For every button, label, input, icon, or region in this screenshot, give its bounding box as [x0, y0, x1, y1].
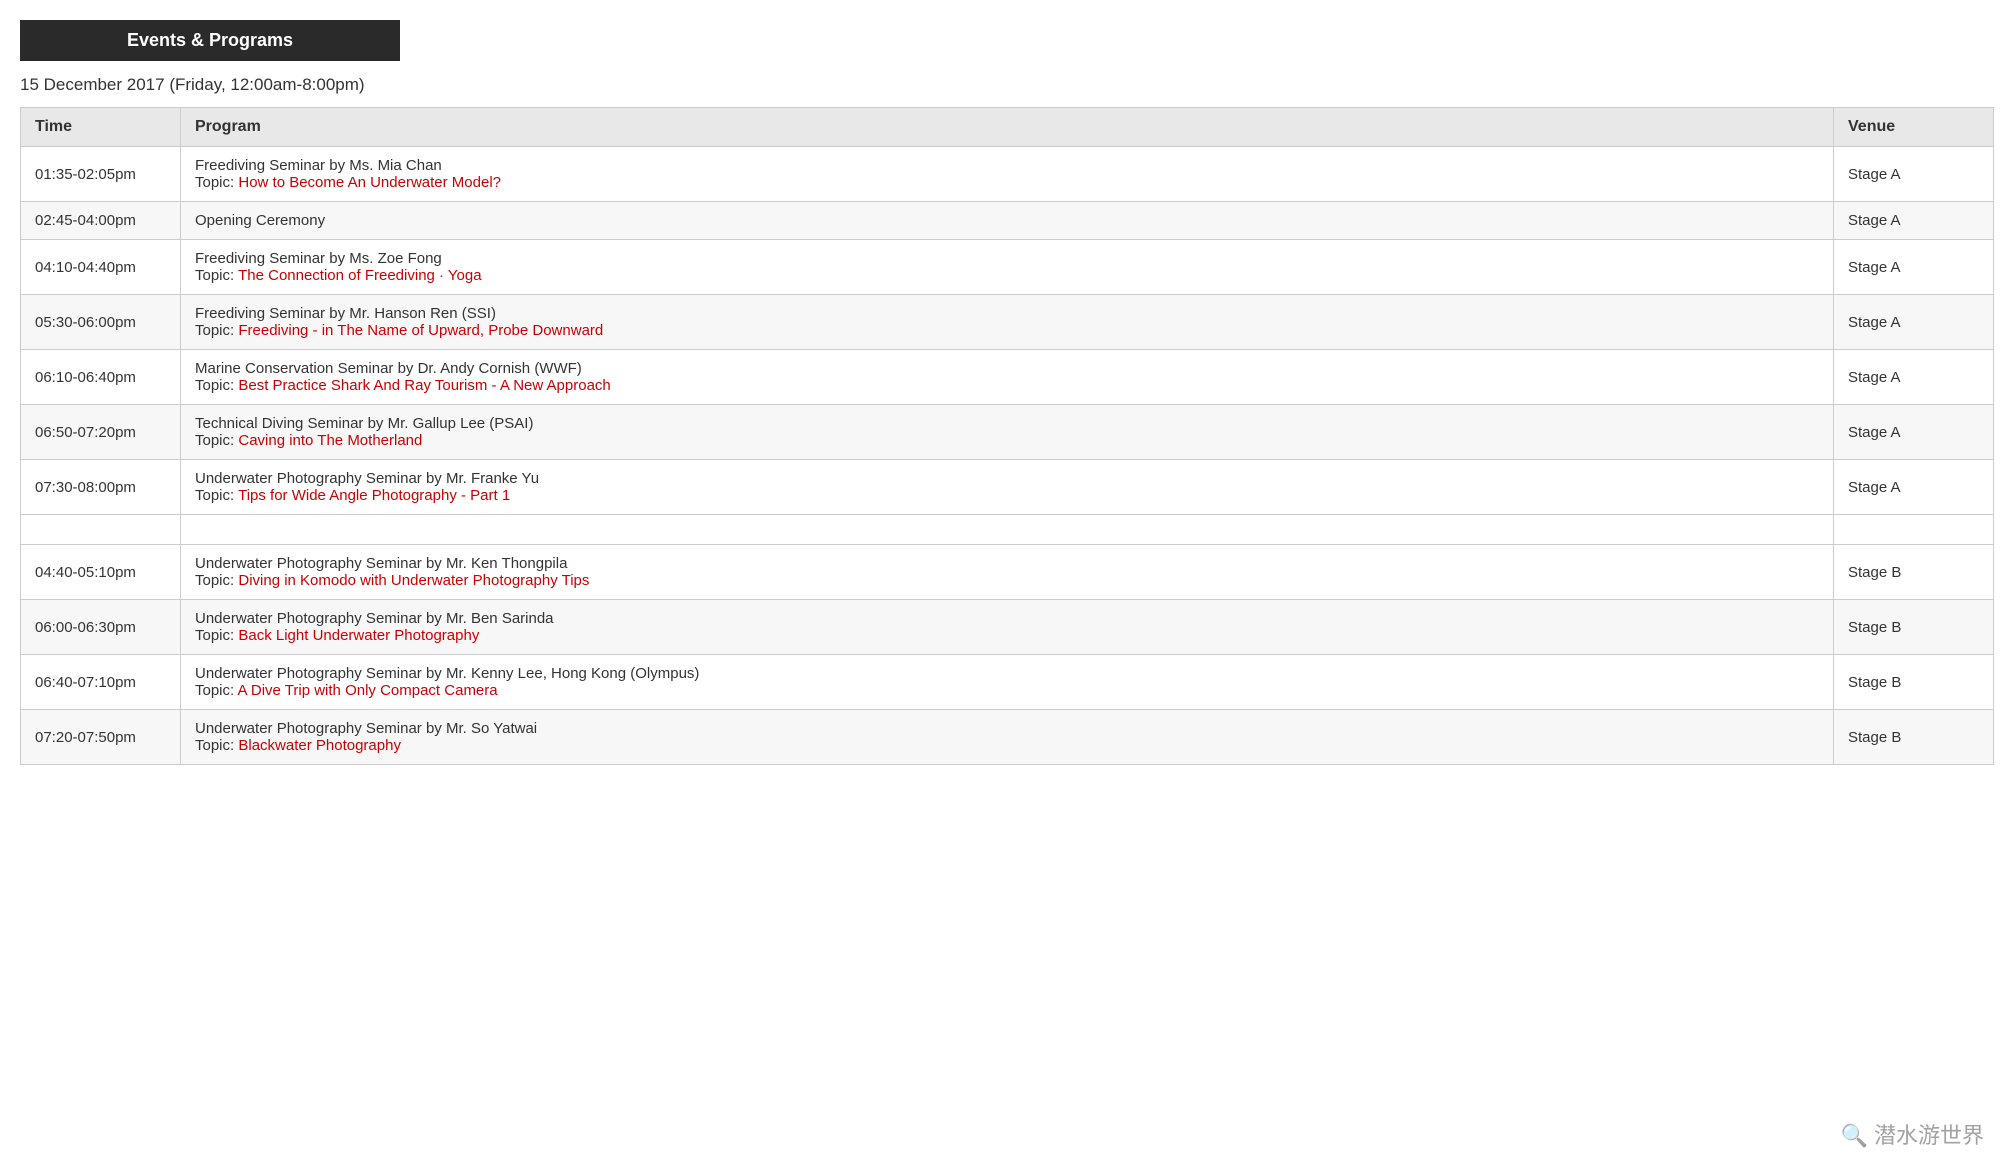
cell-program: Freediving Seminar by Ms. Zoe FongTopic:…	[181, 240, 1834, 295]
empty-program	[181, 515, 1834, 545]
table-row: 04:40-05:10pm Underwater Photography Semi…	[21, 545, 1994, 600]
table-row: 06:00-06:30pm Underwater Photography Semi…	[21, 600, 1994, 655]
cell-time: 07:20-07:50pm	[21, 710, 181, 765]
cell-time: 06:10-06:40pm	[21, 350, 181, 405]
topic-text: Back Light Underwater Photography	[238, 627, 479, 644]
topic-text: Caving into The Motherland	[238, 432, 422, 449]
topic-text: Blackwater Photography	[238, 737, 401, 754]
cell-program: Freediving Seminar by Ms. Mia ChanTopic:…	[181, 147, 1834, 202]
table-row: 06:50-07:20pm Technical Diving Seminar by…	[21, 405, 1994, 460]
program-title-text: Underwater Photography Seminar by Mr. Be…	[195, 610, 1819, 627]
table-row: 04:10-04:40pmFreediving Seminar by Ms. Z…	[21, 240, 1994, 295]
program-title-text: Freediving Seminar by Ms. Zoe Fong	[195, 250, 1819, 267]
cell-venue: Stage A	[1834, 350, 1994, 405]
program-title-text: Technical Diving Seminar by Mr. Gallup L…	[195, 415, 1819, 432]
program-topic-line: Topic: How to Become An Underwater Model…	[195, 174, 1819, 191]
cell-time: 06:50-07:20pm	[21, 405, 181, 460]
cell-program: Technical Diving Seminar by Mr. Gallup L…	[181, 405, 1834, 460]
topic-label: Topic:	[195, 737, 238, 754]
table-row: 05:30-06:00pm Freediving Seminar by Mr. H…	[21, 295, 1994, 350]
topic-label: Topic:	[195, 682, 238, 699]
cell-program: Opening Ceremony	[181, 202, 1834, 240]
cell-program: Underwater Photography Seminar by Mr. Ke…	[181, 545, 1834, 600]
cell-program: Underwater Photography Seminar by Mr. Be…	[181, 600, 1834, 655]
cell-time: 02:45-04:00pm	[21, 202, 181, 240]
program-topic-line: Topic: Best Practice Shark And Ray Touri…	[195, 377, 1819, 394]
empty-venue	[1834, 515, 1994, 545]
topic-text: A Dive Trip with Only Compact Camera	[238, 682, 498, 699]
cell-time: 05:30-06:00pm	[21, 295, 181, 350]
table-row	[21, 515, 1994, 545]
topic-text: Freediving - in The Name of Upward, Prob…	[238, 322, 603, 339]
cell-program: Underwater Photography Seminar by Mr. Fr…	[181, 460, 1834, 515]
cell-time: 06:00-06:30pm	[21, 600, 181, 655]
program-title-text: Freediving Seminar by Mr. Hanson Ren (SS…	[195, 305, 1819, 322]
program-title-text: Marine Conservation Seminar by Dr. Andy …	[195, 360, 1819, 377]
topic-text: Diving in Komodo with Underwater Photogr…	[238, 572, 589, 589]
program-topic-line: Topic: Diving in Komodo with Underwater …	[195, 572, 1819, 589]
cell-venue: Stage B	[1834, 545, 1994, 600]
table-row: 07:30-08:00pm Underwater Photography Semi…	[21, 460, 1994, 515]
topic-text: The Connection of Freediving · Yoga	[238, 267, 482, 284]
table-row: 06:40-07:10pm Underwater Photography Semi…	[21, 655, 1994, 710]
page-title: Events & Programs	[20, 20, 400, 61]
cell-venue: Stage A	[1834, 240, 1994, 295]
cell-time: 04:40-05:10pm	[21, 545, 181, 600]
watermark: 🔍 潜水游世界	[1840, 1118, 1984, 1150]
program-topic-line: Topic: Tips for Wide Angle Photography -…	[195, 487, 1819, 504]
program-topic-line: Topic: Freediving - in The Name of Upwar…	[195, 322, 1819, 339]
events-table: Time Program Venue 01:35-02:05pmFreedivi…	[20, 107, 1994, 765]
cell-venue: Stage B	[1834, 600, 1994, 655]
cell-program: Freediving Seminar by Mr. Hanson Ren (SS…	[181, 295, 1834, 350]
cell-time: 01:35-02:05pm	[21, 147, 181, 202]
cell-program: Marine Conservation Seminar by Dr. Andy …	[181, 350, 1834, 405]
program-title-text: Underwater Photography Seminar by Mr. Ke…	[195, 555, 1819, 572]
cell-venue: Stage A	[1834, 202, 1994, 240]
topic-label: Topic:	[195, 322, 238, 339]
cell-time: 04:10-04:40pm	[21, 240, 181, 295]
cell-program: Underwater Photography Seminar by Mr. Ke…	[181, 655, 1834, 710]
topic-label: Topic:	[195, 377, 238, 394]
event-date: 15 December 2017 (Friday, 12:00am-8:00pm…	[20, 75, 1994, 95]
program-title-text: Underwater Photography Seminar by Mr. Fr…	[195, 470, 1819, 487]
table-row: 02:45-04:00pm Opening Ceremony Stage A	[21, 202, 1994, 240]
topic-text: Best Practice Shark And Ray Tourism - A …	[238, 377, 610, 394]
col-header-venue: Venue	[1834, 108, 1994, 147]
cell-time: 06:40-07:10pm	[21, 655, 181, 710]
program-topic-line: Topic: Blackwater Photography	[195, 737, 1819, 754]
table-row: 01:35-02:05pmFreediving Seminar by Ms. M…	[21, 147, 1994, 202]
topic-label: Topic:	[195, 174, 238, 191]
cell-venue: Stage A	[1834, 295, 1994, 350]
cell-venue: Stage A	[1834, 405, 1994, 460]
cell-venue: Stage B	[1834, 655, 1994, 710]
cell-venue: Stage B	[1834, 710, 1994, 765]
program-topic-line: Topic: Back Light Underwater Photography	[195, 627, 1819, 644]
program-title-text: Underwater Photography Seminar by Mr. Ke…	[195, 665, 1819, 682]
empty-time	[21, 515, 181, 545]
cell-venue: Stage A	[1834, 460, 1994, 515]
topic-text: Tips for Wide Angle Photography - Part 1	[238, 487, 510, 504]
col-header-program: Program	[181, 108, 1834, 147]
cell-venue: Stage A	[1834, 147, 1994, 202]
cell-program: Underwater Photography Seminar by Mr. So…	[181, 710, 1834, 765]
program-title-text: Freediving Seminar by Ms. Mia Chan	[195, 157, 1819, 174]
topic-label: Topic:	[195, 572, 238, 589]
program-title-text: Underwater Photography Seminar by Mr. So…	[195, 720, 1819, 737]
program-topic-line: Topic: Caving into The Motherland	[195, 432, 1819, 449]
topic-label: Topic:	[195, 432, 238, 449]
table-row: 06:10-06:40pm Marine Conservation Seminar…	[21, 350, 1994, 405]
topic-label: Topic:	[195, 487, 238, 504]
topic-text: How to Become An Underwater Model?	[238, 174, 501, 191]
table-row: 07:20-07:50pm Underwater Photography Semi…	[21, 710, 1994, 765]
topic-label: Topic:	[195, 627, 238, 644]
program-topic-line: Topic: A Dive Trip with Only Compact Cam…	[195, 682, 1819, 699]
program-title-text: Opening Ceremony	[195, 212, 1819, 229]
topic-label: Topic:	[195, 267, 238, 284]
program-topic-line: Topic: The Connection of Freediving · Yo…	[195, 267, 1819, 284]
col-header-time: Time	[21, 108, 181, 147]
cell-time: 07:30-08:00pm	[21, 460, 181, 515]
table-header-row: Time Program Venue	[21, 108, 1994, 147]
header-title-wrapper: Events & Programs	[20, 20, 1994, 75]
